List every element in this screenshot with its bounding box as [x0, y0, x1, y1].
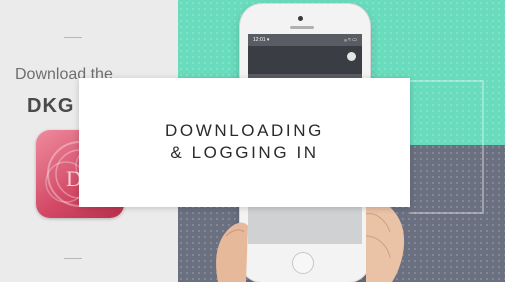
- overlay-line-2: & LOGGING IN: [170, 143, 319, 162]
- overlay-line-1: DOWNLOADING: [165, 121, 324, 140]
- video-thumbnail[interactable]: Download the DKG DK 12:01 ▾ ᵢᵢᵢ ≈ ▭: [0, 0, 505, 282]
- overlay-title: DOWNLOADING & LOGGING IN: [79, 120, 410, 164]
- title-overlay: DOWNLOADING & LOGGING IN: [79, 78, 410, 207]
